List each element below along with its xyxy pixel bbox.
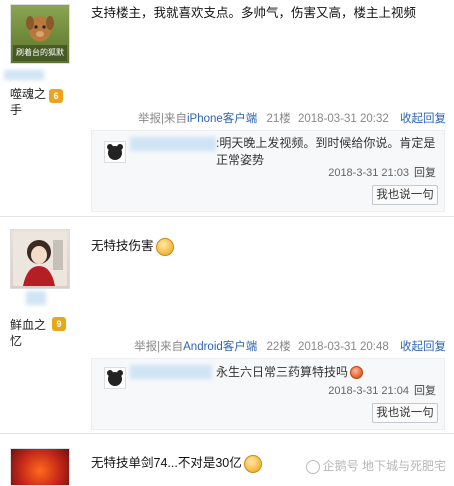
bear-avatar-icon: [107, 370, 123, 386]
reply-username-blur: [130, 137, 216, 151]
post-text: 无特技单剑74...不对是30亿: [91, 456, 242, 470]
level-badge: 9: [52, 317, 66, 331]
reply-avatar[interactable]: [104, 141, 126, 163]
post-text: 支持楼主，我就喜欢支点。多帅气，伤害又高，楼主上视频: [91, 6, 417, 20]
floor-number: 22楼: [266, 341, 291, 353]
post-text: 无特技伤害: [91, 239, 154, 253]
post-21: 刷着台的狐默 噬魂之手 6 支持楼主，我就喜欢支点。多帅气，伤害又高，楼主上视频…: [0, 0, 454, 217]
reply-time: 2018-3-31 21:03 回复: [328, 164, 436, 180]
reply-text-body: :明天晚上发视频。到时候给你说。肯定是正常姿势: [216, 136, 436, 167]
reply-text-body: 永生六日常三药算特技吗: [216, 365, 349, 379]
username-blur: [26, 291, 46, 305]
post-meta: 举报|来自iPhone客户端 21楼 2018-03-31 20:32 收起回复: [138, 110, 446, 126]
floor-number: 21楼: [266, 113, 291, 125]
avatar[interactable]: 刷着台的狐默: [10, 4, 70, 64]
penguin-icon: [305, 459, 320, 474]
reply-time: 2018-3-31 21:04 回复: [328, 382, 436, 398]
say-something-button[interactable]: 我也说一句: [372, 185, 438, 205]
post-content: 无特技单剑74...不对是30亿: [91, 454, 262, 473]
collapse-replies-link[interactable]: 收起回复: [400, 341, 446, 353]
smile-emoji-icon: [243, 454, 262, 473]
source-prefix: |来自: [157, 341, 184, 353]
say-something-button[interactable]: 我也说一句: [372, 403, 438, 423]
post-22: 鲜血之忆 9 无特技伤害 举报|来自Android客户端 22楼 2018-03…: [0, 217, 454, 434]
avatar-caption: 刷着台的狐默: [16, 48, 64, 57]
level-badge: 6: [49, 89, 63, 103]
report-link[interactable]: 举报: [134, 341, 157, 353]
post-content: 无特技伤害: [91, 237, 174, 256]
source-prefix: |来自: [160, 113, 187, 125]
source-client-link[interactable]: iPhone客户端: [187, 113, 257, 125]
reply-username-blur: [130, 365, 212, 379]
reply-avatar[interactable]: [104, 367, 126, 389]
collapse-replies-link[interactable]: 收起回复: [400, 113, 446, 125]
avatar[interactable]: [10, 448, 70, 486]
reply-timestamp: 2018-3-31 21:03: [328, 167, 409, 179]
reply-panel: 永生六日常三药算特技吗 2018-3-31 21:04 回复 我也说一句: [91, 358, 445, 430]
watermark: 企鹅号 地下城与死肥宅: [305, 457, 446, 474]
post-meta: 举报|来自Android客户端 22楼 2018-03-31 20:48 收起回…: [134, 338, 446, 354]
anime-girl-avatar-image: [13, 232, 67, 286]
bear-avatar-icon: [107, 144, 123, 160]
reply-link[interactable]: 回复: [414, 385, 436, 397]
username-blur: [4, 70, 44, 80]
username[interactable]: 鲜血之忆: [10, 317, 50, 349]
post-content: 支持楼主，我就喜欢支点。多帅气，伤害又高，楼主上视频: [91, 4, 416, 22]
source-client-link[interactable]: Android客户端: [183, 341, 257, 353]
watermark-text: 企鹅号 地下城与死肥宅: [322, 459, 446, 473]
angry-emoji-icon: [350, 366, 364, 380]
reply-text: 永生六日常三药算特技吗: [216, 364, 436, 381]
reply-timestamp: 2018-3-31 21:04: [328, 385, 409, 397]
post-datetime: 2018-03-31 20:32: [297, 113, 389, 125]
smile-emoji-icon: [155, 237, 174, 256]
reply-panel: :明天晚上发视频。到时候给你说。肯定是正常姿势 2018-3-31 21:03 …: [91, 130, 445, 212]
username[interactable]: 噬魂之手: [10, 86, 50, 118]
post-datetime: 2018-03-31 20:48: [297, 341, 389, 353]
report-link[interactable]: 举报: [138, 113, 161, 125]
reply-link[interactable]: 回复: [414, 167, 436, 179]
avatar[interactable]: [10, 229, 70, 289]
